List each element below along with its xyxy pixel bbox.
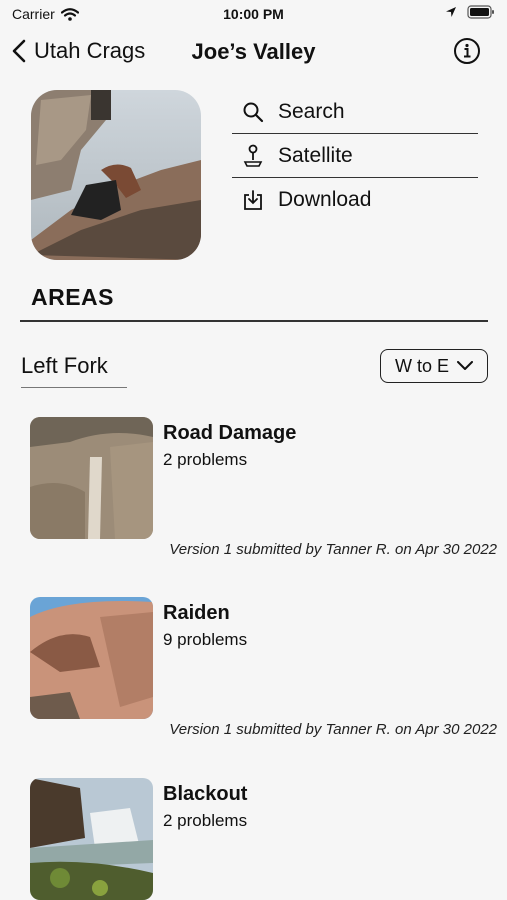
download-button[interactable]: Download — [232, 178, 478, 222]
satellite-button[interactable]: Satellite — [232, 134, 478, 178]
location-arrow-icon — [446, 7, 456, 17]
areas-heading: AREAS — [31, 284, 115, 310]
battery-icon — [467, 5, 494, 19]
area-version-info: Version 1 submitted by Tanner R. on Apr … — [169, 721, 497, 738]
sort-dropdown[interactable]: W to E — [380, 349, 488, 383]
header-menu: Search Satellite Download — [232, 90, 478, 222]
area-name: Raiden — [163, 602, 230, 624]
search-label: Search — [278, 99, 345, 123]
section-title: Left Fork — [21, 353, 127, 388]
chevron-down-icon — [457, 361, 473, 370]
area-version-info: Version 1 submitted by Tanner R. on Apr … — [169, 541, 497, 558]
sort-label: W to E — [394, 355, 449, 376]
info-icon — [454, 38, 480, 64]
areas-divider — [20, 320, 488, 322]
download-icon — [244, 190, 262, 210]
nav-bar: Utah Crags Joe’s Valley — [0, 30, 507, 74]
area-card-road-damage[interactable]: Road Damage 2 problems Version 1 submitt… — [0, 417, 507, 577]
crag-photo — [31, 90, 201, 260]
info-button[interactable] — [453, 37, 481, 70]
area-thumbnail — [30, 417, 153, 539]
status-bar: Carrier 10:00 PM — [0, 0, 507, 28]
area-name: Blackout — [163, 783, 248, 805]
page-title: Joe’s Valley — [191, 39, 316, 64]
download-label: Download — [278, 188, 372, 211]
area-card-raiden[interactable]: Raiden 9 problems Version 1 submitted by… — [0, 597, 507, 757]
search-button[interactable]: Search — [232, 90, 478, 134]
area-problem-count: 2 problems — [163, 450, 248, 469]
area-thumbnail — [30, 597, 153, 719]
satellite-label: Satellite — [278, 143, 353, 167]
area-name: Road Damage — [163, 422, 297, 444]
area-problem-count: 2 problems — [163, 811, 248, 830]
area-thumbnail — [30, 778, 153, 900]
area-problem-count: 9 problems — [163, 630, 248, 649]
area-card-blackout[interactable]: Blackout 2 problems — [0, 778, 507, 900]
status-time: 10:00 PM — [223, 6, 284, 22]
search-icon — [243, 102, 264, 122]
map-pin-icon — [243, 144, 263, 167]
status-right-group — [445, 5, 495, 19]
